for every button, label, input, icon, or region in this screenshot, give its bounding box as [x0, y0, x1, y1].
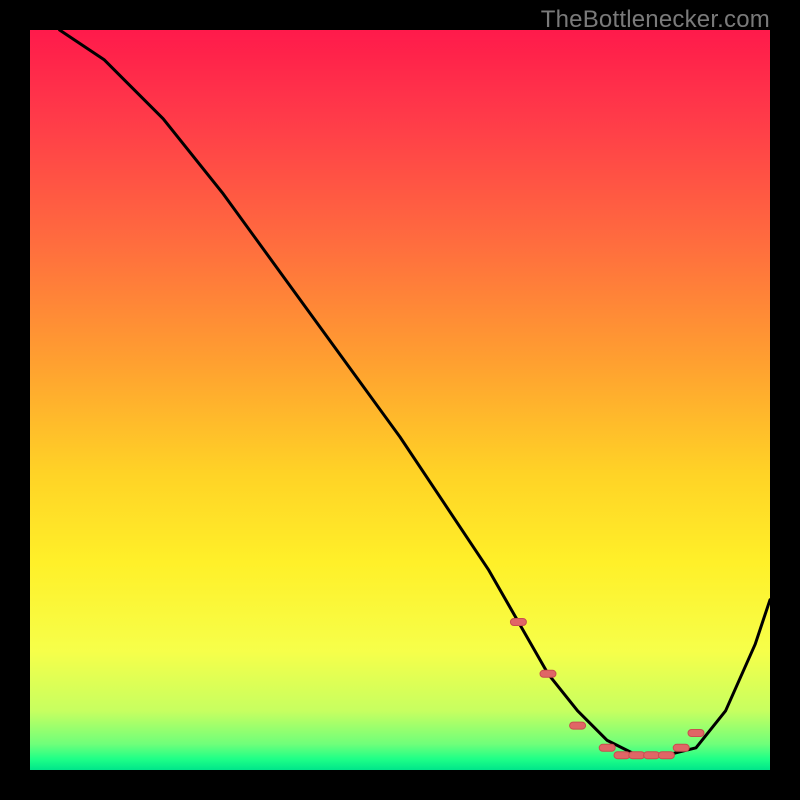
chart-background [30, 30, 770, 770]
optimal-marker [540, 670, 556, 677]
optimal-marker [614, 752, 630, 759]
optimal-marker [510, 619, 526, 626]
chart-frame [30, 30, 770, 770]
optimal-marker [688, 730, 704, 737]
optimal-marker [629, 752, 645, 759]
optimal-marker [570, 722, 586, 729]
optimal-marker [658, 752, 674, 759]
optimal-marker [673, 744, 689, 751]
chart-svg [30, 30, 770, 770]
optimal-marker [644, 752, 660, 759]
optimal-marker [599, 744, 615, 751]
